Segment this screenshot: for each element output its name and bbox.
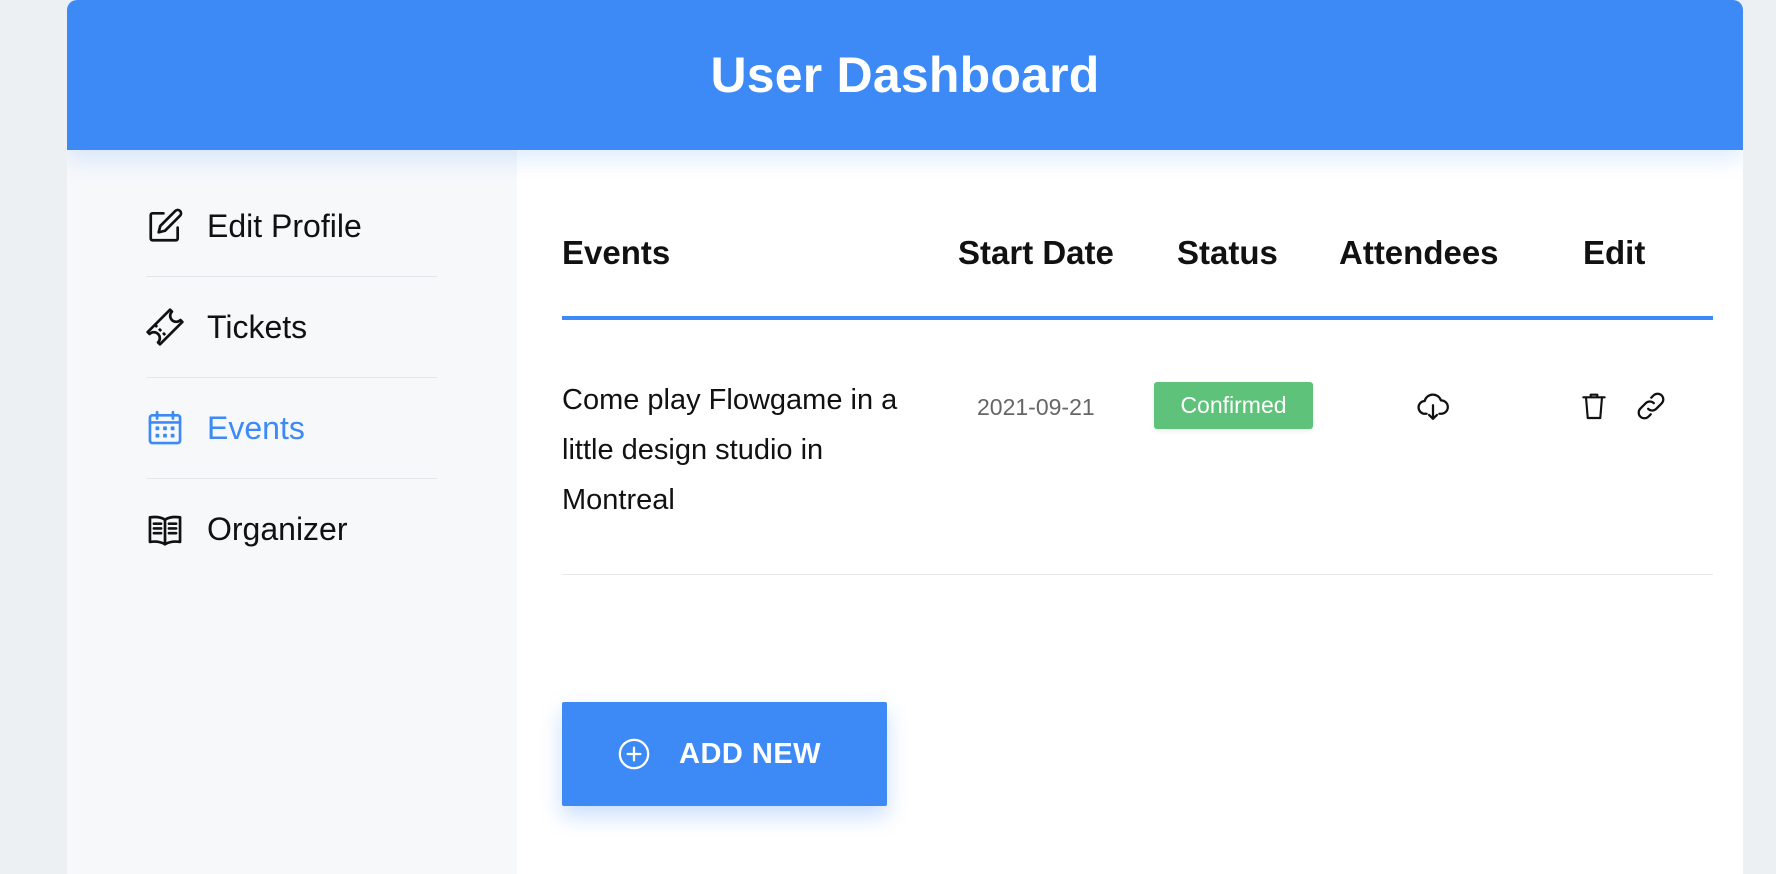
event-name: Come play Flowgame in a little design st… <box>562 384 898 516</box>
column-header-start-date: Start Date <box>958 234 1114 271</box>
book-icon <box>146 511 184 549</box>
column-header-attendees: Attendees <box>1339 234 1499 271</box>
sidebar-item-label: Organizer <box>207 511 348 547</box>
sidebar-item-tickets[interactable]: Tickets <box>146 277 437 378</box>
cloud-download-icon[interactable] <box>1415 388 1451 424</box>
table-row: Come play Flowgame in a little design st… <box>562 320 1713 575</box>
add-new-label: ADD NEW <box>679 737 822 770</box>
events-panel: Events Start Date Status Attendees Edit … <box>517 150 1743 874</box>
sidebar-item-label: Tickets <box>207 308 308 345</box>
page-header: User Dashboard <box>67 0 1743 150</box>
status-badge: Confirmed <box>1154 382 1313 429</box>
edit-icon <box>146 207 184 245</box>
plus-circle-icon <box>617 737 651 771</box>
sidebar-item-organizer[interactable]: Organizer <box>146 479 437 580</box>
dashboard-card: User Dashboard Edit Profile Tickets Even… <box>67 0 1743 874</box>
column-header-edit: Edit <box>1583 234 1646 271</box>
sidebar-item-edit-profile[interactable]: Edit Profile <box>146 176 437 277</box>
sidebar-item-label: Edit Profile <box>207 207 362 244</box>
sidebar-item-label: Events <box>207 409 305 446</box>
link-icon[interactable] <box>1633 388 1669 424</box>
table-header: Events Start Date Status Attendees Edit <box>562 150 1713 320</box>
page-title: User Dashboard <box>710 47 1100 103</box>
sidebar: Edit Profile Tickets Events Organizer <box>67 150 517 874</box>
event-start-date: 2021-09-21 <box>977 394 1095 420</box>
column-header-events: Events <box>562 234 671 271</box>
add-new-button[interactable]: ADD NEW <box>562 702 887 806</box>
sidebar-item-events[interactable]: Events <box>146 378 437 479</box>
trash-icon[interactable] <box>1576 388 1612 424</box>
calendar-icon <box>146 409 184 447</box>
ticket-icon <box>146 308 184 346</box>
column-header-status: Status <box>1177 234 1278 271</box>
